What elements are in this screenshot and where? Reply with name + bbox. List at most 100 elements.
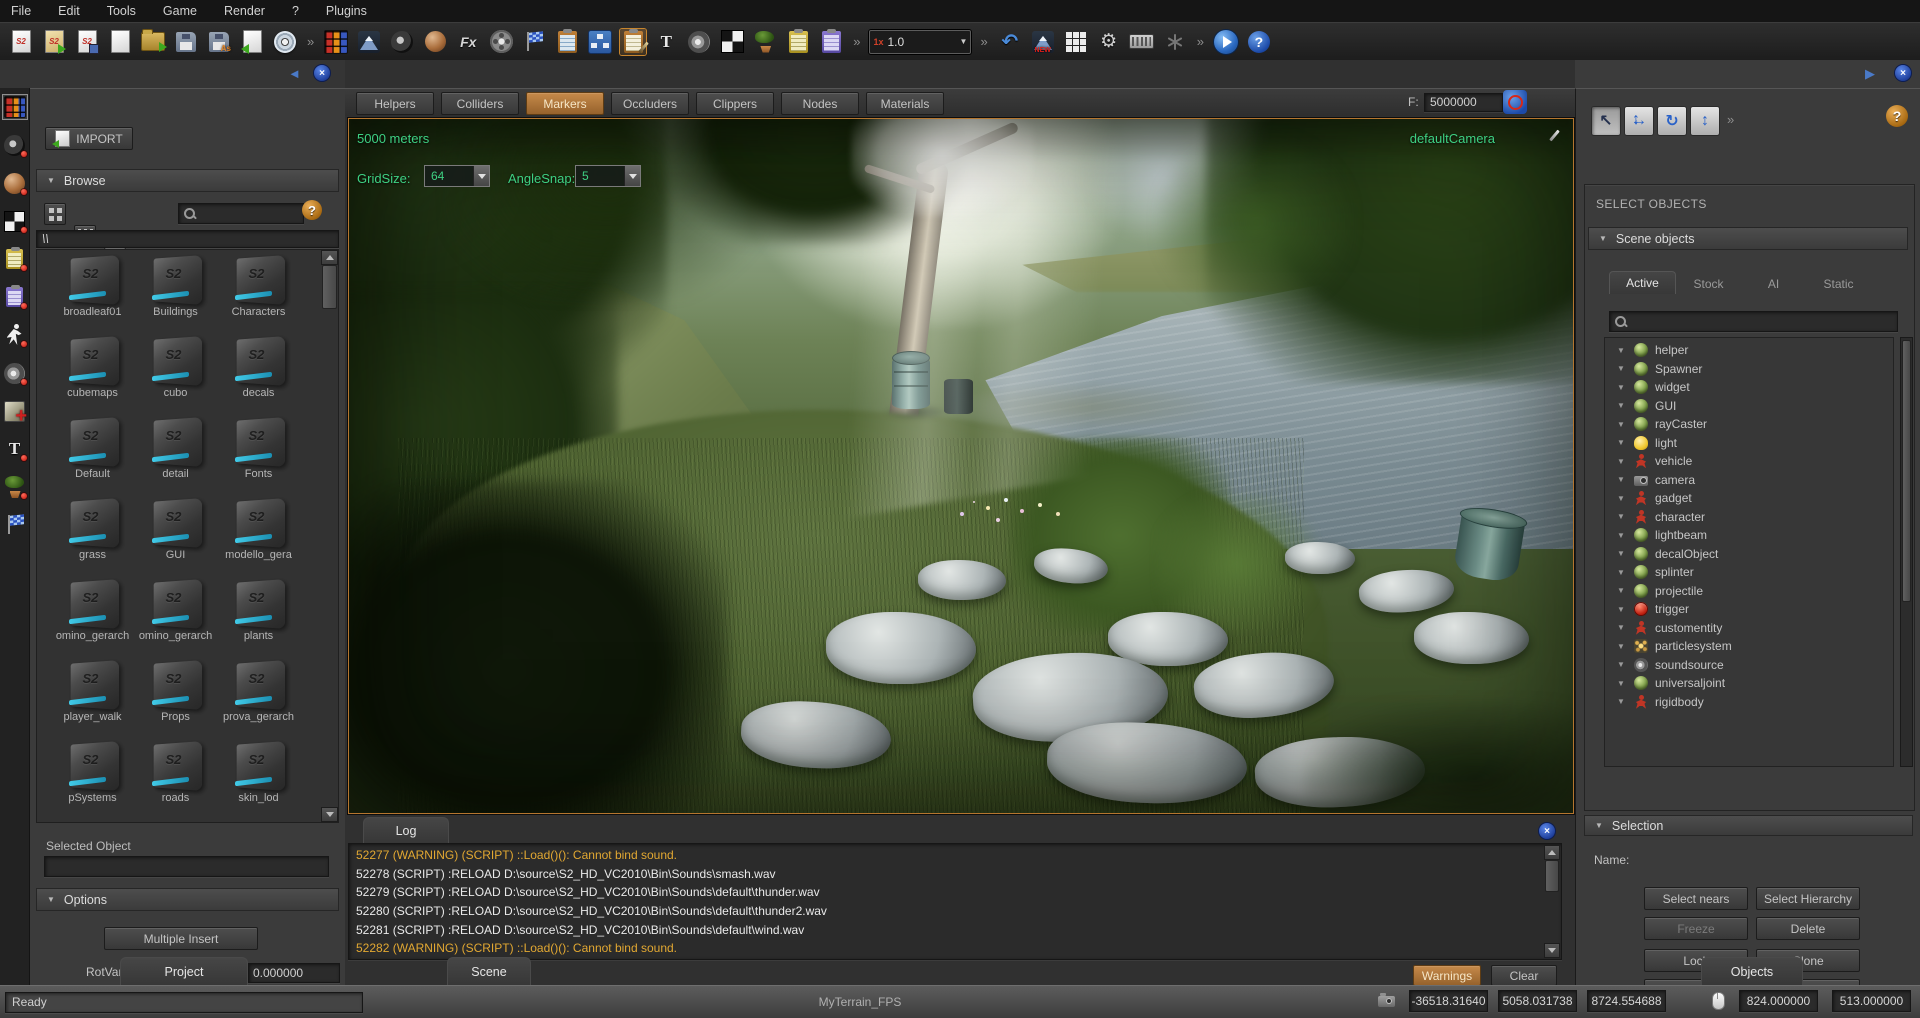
path-bar[interactable]: \\: [36, 230, 339, 248]
rubik-cube-icon[interactable]: [323, 29, 349, 55]
focus-target-icon[interactable]: [1503, 90, 1527, 114]
folder-item[interactable]: S2 grass: [51, 496, 134, 577]
folder-item[interactable]: S2 omino_gerarch: [51, 577, 134, 658]
menu-item[interactable]: Render: [224, 4, 265, 18]
selection-button[interactable]: Freeze: [1644, 917, 1748, 940]
save-icon[interactable]: [173, 29, 199, 55]
grid-icon[interactable]: [1063, 29, 1089, 55]
toolbar-overflow-icon[interactable]: »: [1195, 34, 1206, 49]
menu-item[interactable]: Tools: [107, 4, 136, 18]
s2-new-icon[interactable]: S2: [8, 29, 34, 55]
speed-dropdown[interactable]: 1x 1.0 ▼: [869, 30, 971, 54]
scene-objects-header[interactable]: ▼ Scene objects: [1588, 227, 1908, 250]
strip-wheel-icon[interactable]: [3, 133, 27, 157]
mode-button[interactable]: Nodes: [781, 92, 859, 115]
folders-scroll-up[interactable]: [321, 250, 338, 265]
tab-scene[interactable]: Scene: [447, 957, 531, 985]
folder-item[interactable]: S2 skin_lod: [217, 739, 300, 820]
scene-objects-tab[interactable]: Stock: [1676, 273, 1741, 294]
folder-search-input[interactable]: [196, 206, 303, 222]
folder-item[interactable]: S2 plants: [217, 577, 300, 658]
close-log-icon[interactable]: ×: [1539, 823, 1555, 839]
scene-objects-tab[interactable]: Active: [1609, 271, 1676, 294]
folder-item[interactable]: S2 Default: [51, 415, 134, 496]
menu-item[interactable]: Edit: [58, 4, 80, 18]
expander-icon[interactable]: ▼: [1617, 568, 1627, 577]
strip-add-cube-icon[interactable]: [3, 399, 27, 423]
gear-icon[interactable]: ⚙: [1096, 29, 1122, 55]
scene-objects-tab[interactable]: AI: [1741, 273, 1806, 294]
gridsize-dropdown[interactable]: 64: [424, 165, 490, 187]
viewport-canvas[interactable]: 5000 meters GridSize: 64 AngleSnap: 5 de…: [349, 119, 1573, 813]
chevron-down-icon[interactable]: ▼: [960, 37, 968, 46]
clipboard-icon[interactable]: [554, 29, 580, 55]
chevron-down-icon[interactable]: [473, 166, 489, 186]
tree-item[interactable]: ▼ rayCaster: [1605, 415, 1893, 434]
expand-panel-icon[interactable]: ▶: [1865, 66, 1875, 82]
menu-item[interactable]: File: [11, 4, 31, 18]
viewport-tool-icon[interactable]: [1551, 127, 1565, 141]
speaker-icon[interactable]: [686, 29, 712, 55]
tree-item[interactable]: ▼ universaljoint: [1605, 674, 1893, 693]
clipboard-edit-icon[interactable]: [620, 29, 646, 55]
anglesnap-dropdown[interactable]: 5: [575, 165, 641, 187]
strip-checkerboard-icon[interactable]: [3, 209, 27, 233]
mode-button[interactable]: Occluders: [611, 92, 689, 115]
strip-note-purple-icon[interactable]: [3, 285, 27, 309]
warnings-filter-button[interactable]: Warnings: [1413, 965, 1481, 986]
tree-item[interactable]: ▼ rigidbody: [1605, 693, 1893, 712]
hierarchy-icon[interactable]: [587, 29, 613, 55]
toolbar-overflow-icon[interactable]: »: [851, 34, 862, 49]
folder-item[interactable]: S2 prova_gerarch: [217, 658, 300, 739]
undo-icon[interactable]: ↶: [997, 29, 1023, 55]
folder-search-box[interactable]: [178, 203, 304, 224]
rotate-tool-icon[interactable]: ↻: [1657, 106, 1687, 136]
tree-item[interactable]: ▼ camera: [1605, 471, 1893, 490]
expander-icon[interactable]: ▼: [1617, 623, 1627, 632]
strip-flag-icon[interactable]: [3, 513, 27, 537]
tree-item[interactable]: ▼ projectile: [1605, 582, 1893, 601]
expander-icon[interactable]: ▼: [1617, 549, 1627, 558]
strip-planet-icon[interactable]: [3, 171, 27, 195]
collapse-panel-icon[interactable]: ◄: [288, 66, 301, 81]
expander-icon[interactable]: ▼: [1617, 586, 1627, 595]
tab-log[interactable]: Log: [363, 817, 449, 843]
planet-icon[interactable]: [422, 29, 448, 55]
tree-item[interactable]: ▼ trigger: [1605, 600, 1893, 619]
mode-button[interactable]: Markers: [526, 92, 604, 115]
expander-icon[interactable]: ▼: [1617, 401, 1627, 410]
browse-section-header[interactable]: ▼ Browse: [36, 169, 339, 192]
scale-tool-icon[interactable]: ↕: [1690, 106, 1720, 136]
s2-save-icon[interactable]: S2: [74, 29, 100, 55]
folders-scroll-thumb[interactable]: [322, 265, 337, 309]
expander-icon[interactable]: ▼: [1617, 512, 1627, 521]
strip-note-yellow-icon[interactable]: [3, 247, 27, 271]
expander-icon[interactable]: ▼: [1617, 531, 1627, 540]
tree-item[interactable]: ▼ decalObject: [1605, 545, 1893, 564]
close-panel-icon[interactable]: ×: [314, 65, 330, 81]
checkered-flag-icon[interactable]: [521, 29, 547, 55]
folder-item[interactable]: S2 GUI: [134, 496, 217, 577]
expander-icon[interactable]: ▼: [1617, 697, 1627, 706]
folder-item[interactable]: S2 roads: [134, 739, 217, 820]
tree-item[interactable]: ▼ GUI: [1605, 397, 1893, 416]
folder-item[interactable]: S2 cubo: [134, 334, 217, 415]
tree-item[interactable]: ▼ character: [1605, 508, 1893, 527]
strip-rubik-cube-icon[interactable]: [3, 95, 27, 119]
import-button[interactable]: IMPORT: [45, 127, 133, 150]
folder-item[interactable]: S2 broadleaf01: [51, 253, 134, 334]
bonsai-icon[interactable]: [752, 29, 778, 55]
expander-icon[interactable]: ▼: [1617, 457, 1627, 466]
selected-object-field[interactable]: [44, 856, 329, 877]
strip-character-icon[interactable]: [3, 323, 27, 347]
mode-button[interactable]: Helpers: [356, 92, 434, 115]
strip-bonsai-icon[interactable]: [3, 475, 27, 499]
help-icon[interactable]: ?: [1246, 29, 1272, 55]
keyboard-icon[interactable]: [1129, 29, 1155, 55]
view-large-icons-button[interactable]: [44, 203, 66, 225]
tree-item[interactable]: ▼ Spawner: [1605, 360, 1893, 379]
expander-icon[interactable]: ▼: [1617, 475, 1627, 484]
strip-text-icon[interactable]: T: [3, 437, 27, 461]
note-yellow-icon[interactable]: [785, 29, 811, 55]
folder-item[interactable]: S2 Fonts: [217, 415, 300, 496]
